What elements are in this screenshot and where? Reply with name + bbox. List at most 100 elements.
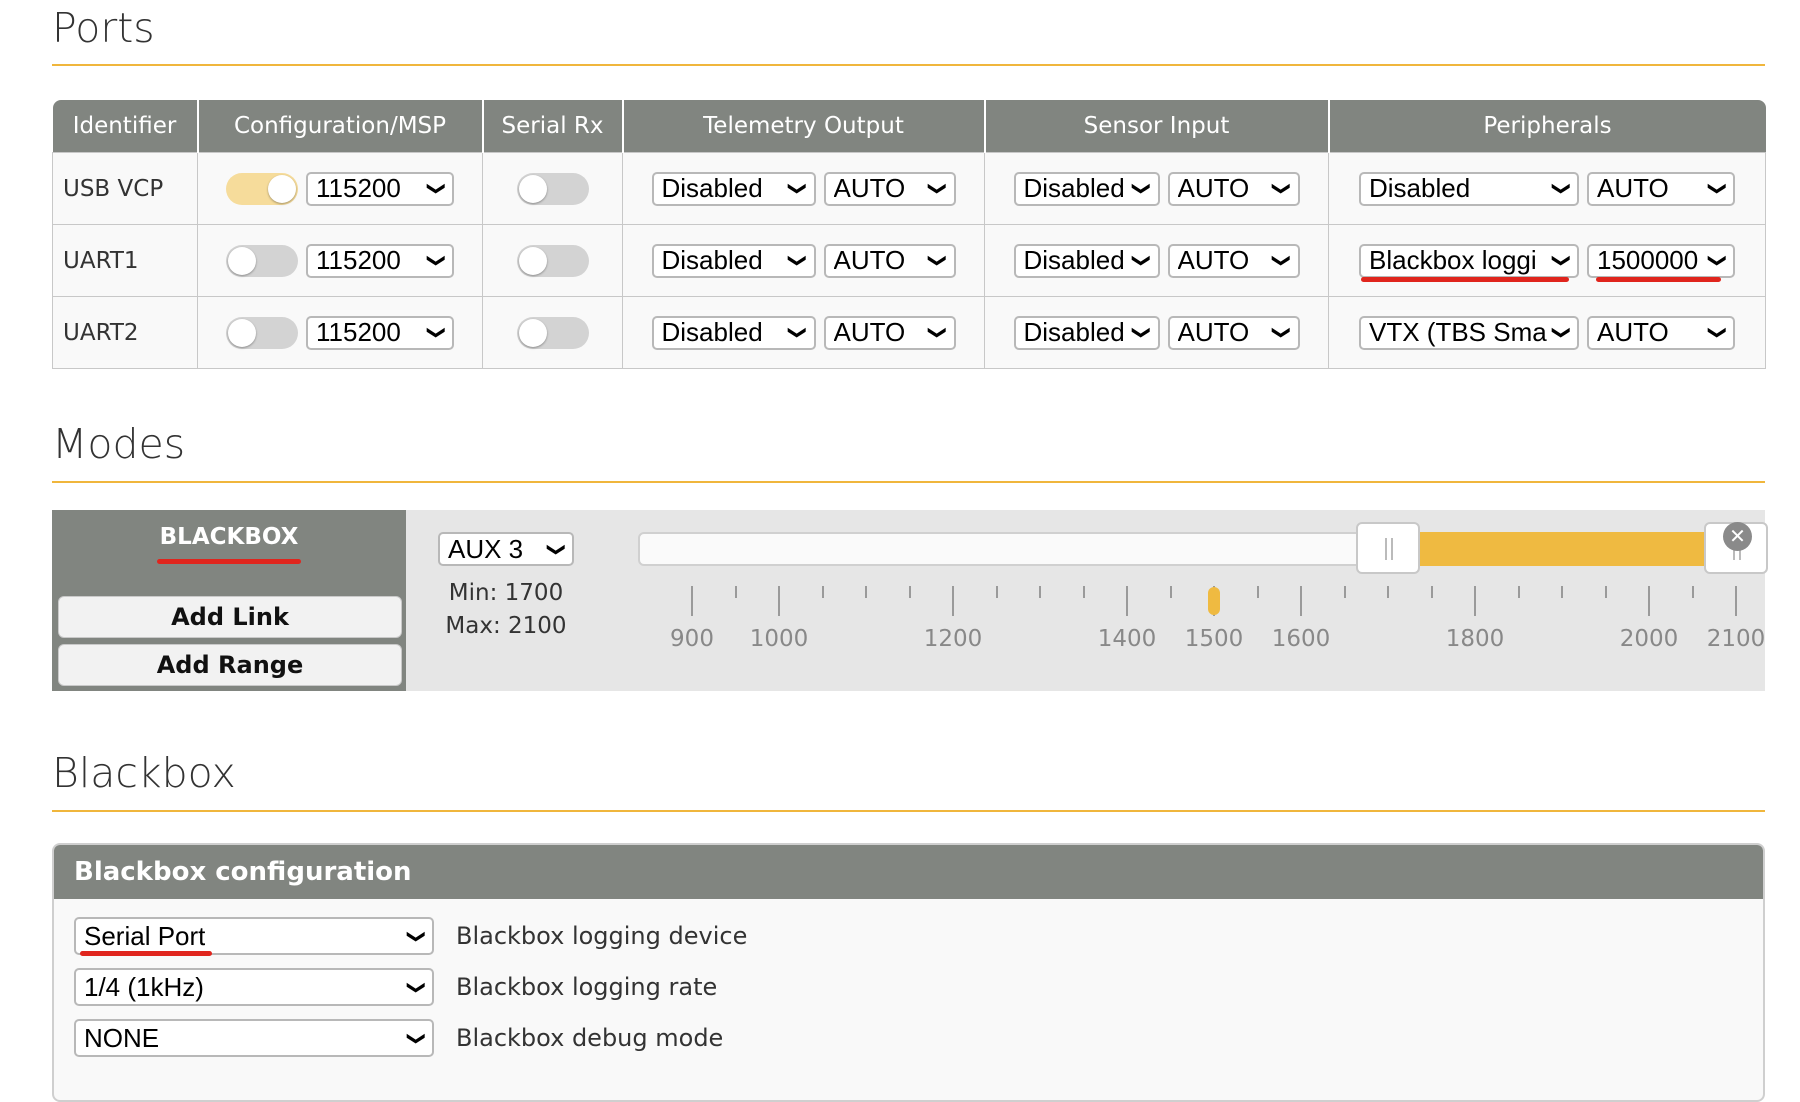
highlight-underline [1361, 277, 1569, 282]
header-peripherals: Peripherals [1328, 100, 1766, 153]
telemetry-baud-select[interactable]: AUTO ❯ [823, 315, 956, 350]
sensor-select[interactable]: Disabled ❯ [1013, 171, 1160, 206]
minor-tick [995, 586, 998, 598]
telemetry-select[interactable]: Disabled ❯ [651, 171, 816, 206]
chevron-down-icon: ❯ [1132, 252, 1153, 269]
tick-label: 2100 [1706, 626, 1766, 652]
sensor-select[interactable]: Disabled ❯ [1013, 243, 1160, 278]
sensor-baud-select[interactable]: AUTO ❯ [1167, 243, 1300, 278]
sensor-baud-select[interactable]: AUTO ❯ [1167, 171, 1300, 206]
peripheral-select[interactable]: Disabled ❯ [1359, 171, 1579, 206]
msp-toggle[interactable] [226, 244, 298, 277]
msp-toggle[interactable] [226, 172, 298, 205]
sensor-baud-select[interactable]: AUTO ❯ [1167, 315, 1300, 350]
tick-label: 1000 [749, 626, 809, 652]
toggle-knob [228, 318, 256, 347]
blackbox-title: Blackbox [52, 749, 236, 797]
chevron-down-icon: ❯ [546, 541, 567, 557]
range-min-handle[interactable] [1356, 522, 1420, 574]
major-tick [1735, 586, 1737, 616]
tick-label: 900 [670, 626, 714, 652]
major-tick [1648, 586, 1650, 616]
mode-name: BLACKBOX [159, 524, 299, 550]
add-link-button[interactable]: Add Link [58, 596, 402, 638]
msp-toggle[interactable] [226, 316, 298, 349]
peripheral-select[interactable]: VTX (TBS Sma ❯ [1359, 315, 1579, 350]
blackbox-divider [52, 810, 1765, 812]
blackbox-rate-row: 1/4 (1kHz) ❯ Blackbox logging rate [74, 968, 717, 1006]
chevron-down-icon: ❯ [788, 252, 809, 269]
chevron-down-icon: ❯ [1707, 252, 1728, 269]
chevron-down-icon: ❯ [1707, 324, 1728, 341]
peripheral-baud-select[interactable]: 1500000 ❯ [1587, 243, 1735, 278]
toggle-knob [518, 246, 547, 275]
minor-tick [734, 586, 737, 598]
header-identifier: Identifier [52, 100, 199, 153]
close-circle-icon[interactable]: ✕ [1723, 522, 1752, 551]
chevron-down-icon: ❯ [1132, 180, 1153, 197]
chevron-down-icon: ❯ [426, 324, 447, 341]
blackbox-rate-label: Blackbox logging rate [456, 973, 718, 1001]
minor-tick [1039, 586, 1041, 598]
minor-tick [1169, 586, 1172, 598]
telemetry-baud-select[interactable]: AUTO ❯ [823, 171, 956, 206]
chevron-down-icon: ❯ [928, 324, 949, 341]
sensor-select[interactable]: Disabled ❯ [1013, 315, 1160, 350]
msp-baud-select[interactable]: 115200 ❯ [306, 243, 454, 278]
blackbox-device-select[interactable]: Serial Port ❯ [74, 917, 434, 955]
minor-tick [1082, 586, 1085, 598]
msp-baud-select[interactable]: 115200 ❯ [306, 315, 454, 350]
blackbox-rate-select[interactable]: 1/4 (1kHz) ❯ [74, 968, 434, 1006]
serial-rx-toggle[interactable] [516, 172, 589, 205]
telemetry-baud-select[interactable]: AUTO ❯ [823, 243, 956, 278]
chevron-down-icon: ❯ [788, 324, 809, 341]
chevron-down-icon: ❯ [788, 180, 809, 197]
chevron-down-icon: ❯ [928, 180, 949, 197]
minor-tick [1387, 586, 1389, 598]
minor-tick [865, 586, 867, 598]
highlight-underline [1596, 277, 1721, 282]
major-tick [1474, 586, 1476, 616]
port-identifier: UART1 [52, 224, 198, 297]
telemetry-select[interactable]: Disabled ❯ [651, 315, 816, 350]
tick-label: 1500 [1184, 626, 1244, 652]
ports-table: Identifier Configuration/MSP Serial Rx T… [52, 100, 1766, 369]
toggle-knob [228, 246, 256, 275]
chevron-down-icon: ❯ [1551, 324, 1572, 341]
table-row: USB VCP 115200 ❯ Disabled ❯ AUTO ❯ Disabled… [52, 152, 1766, 225]
modes-divider [52, 481, 1765, 483]
peripheral-select[interactable]: Blackbox loggi ❯ [1359, 243, 1579, 278]
serial-rx-toggle[interactable] [516, 316, 589, 349]
minor-tick [1430, 586, 1433, 598]
table-row: UART2 115200 ❯ Disabled ❯ AUTO ❯ Disabled ❯ … [52, 296, 1766, 369]
blackbox-debug-label: Blackbox debug mode [456, 1024, 724, 1052]
ports-title: Ports [52, 4, 155, 52]
major-tick [952, 586, 954, 616]
chevron-down-icon: ❯ [1707, 180, 1728, 197]
chevron-down-icon: ❯ [1272, 180, 1293, 197]
header-telemetry-output: Telemetry Output [622, 100, 986, 153]
telemetry-select[interactable]: Disabled ❯ [651, 243, 816, 278]
highlight-underline [157, 559, 301, 564]
msp-baud-select[interactable]: 115200 ❯ [306, 171, 454, 206]
port-identifier: USB VCP [52, 152, 198, 225]
add-range-button[interactable]: Add Range [58, 644, 402, 686]
header-configuration-msp: Configuration/MSP [197, 100, 484, 153]
minor-tick [908, 586, 911, 598]
blackbox-config-header: Blackbox configuration [54, 845, 1763, 899]
blackbox-debug-select[interactable]: NONE ❯ [74, 1019, 434, 1057]
header-sensor-input: Sensor Input [984, 100, 1330, 153]
tick-label: 2000 [1619, 626, 1679, 652]
serial-rx-toggle[interactable] [516, 244, 589, 277]
toggle-knob [518, 174, 547, 203]
range-max-label: Max: 2100 [445, 613, 567, 639]
range-min-label: Min: 1700 [448, 580, 564, 606]
minor-tick [821, 586, 824, 598]
tick-label: 1600 [1271, 626, 1331, 652]
peripheral-baud-select[interactable]: AUTO ❯ [1587, 315, 1735, 350]
minor-tick [1604, 586, 1607, 598]
range-slider-fill [1388, 532, 1736, 566]
toggle-knob [268, 174, 296, 203]
aux-channel-select[interactable]: AUX 3 ❯ [438, 532, 574, 566]
peripheral-baud-select[interactable]: AUTO ❯ [1587, 171, 1735, 206]
